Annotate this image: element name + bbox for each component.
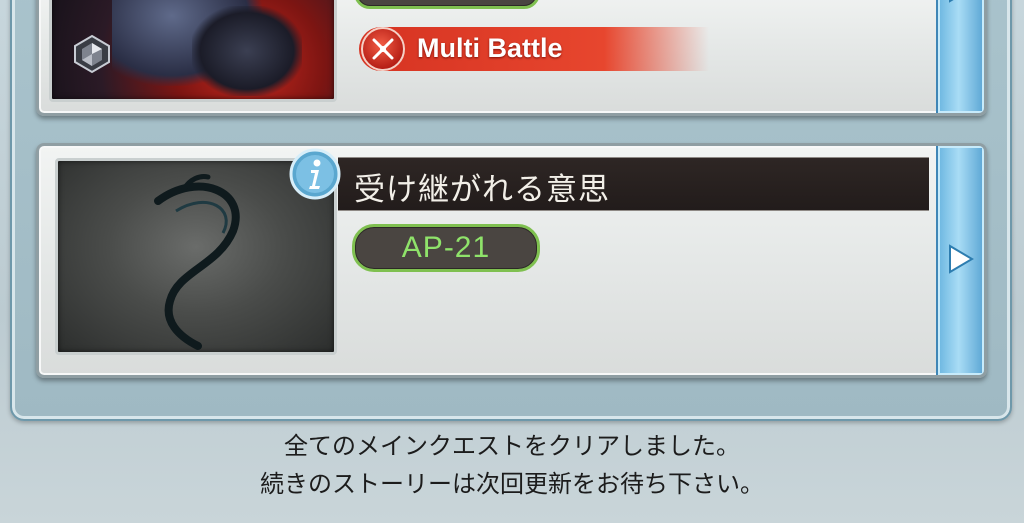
crossed-swords-icon — [361, 27, 405, 71]
completion-message-line2: 続きのストーリーは次回更新をお待ち下さい。 — [260, 470, 764, 498]
quest-thumbnail — [49, 0, 337, 102]
multi-battle-label: Multi Battle — [417, 33, 563, 63]
quest-title-bar: 受け継がれる意思 — [338, 157, 929, 211]
multi-battle-tag: Multi Battle — [359, 27, 709, 71]
quest-title: 受け継がれる意思 — [354, 172, 610, 208]
info-icon[interactable] — [289, 148, 341, 200]
completion-message-line1: 全てのメインクエストをクリアしました。 — [284, 432, 740, 460]
ap-cost-badge: AP-21 — [352, 224, 540, 272]
completion-message: 全てのメインクエストをクリアしました。 続きのストーリーは次回更新をお待ち下さい… — [0, 427, 1024, 503]
play-arrow-icon — [949, 0, 954, 3]
ap-cost-badge: AP-30 — [354, 0, 540, 9]
quest-card[interactable]: AP-30 Multi Battle — [36, 0, 987, 116]
element-badge-icon — [74, 34, 110, 74]
quest-start-button[interactable] — [936, 0, 984, 113]
play-arrow-icon — [949, 244, 974, 274]
quest-start-button[interactable] — [936, 146, 984, 375]
